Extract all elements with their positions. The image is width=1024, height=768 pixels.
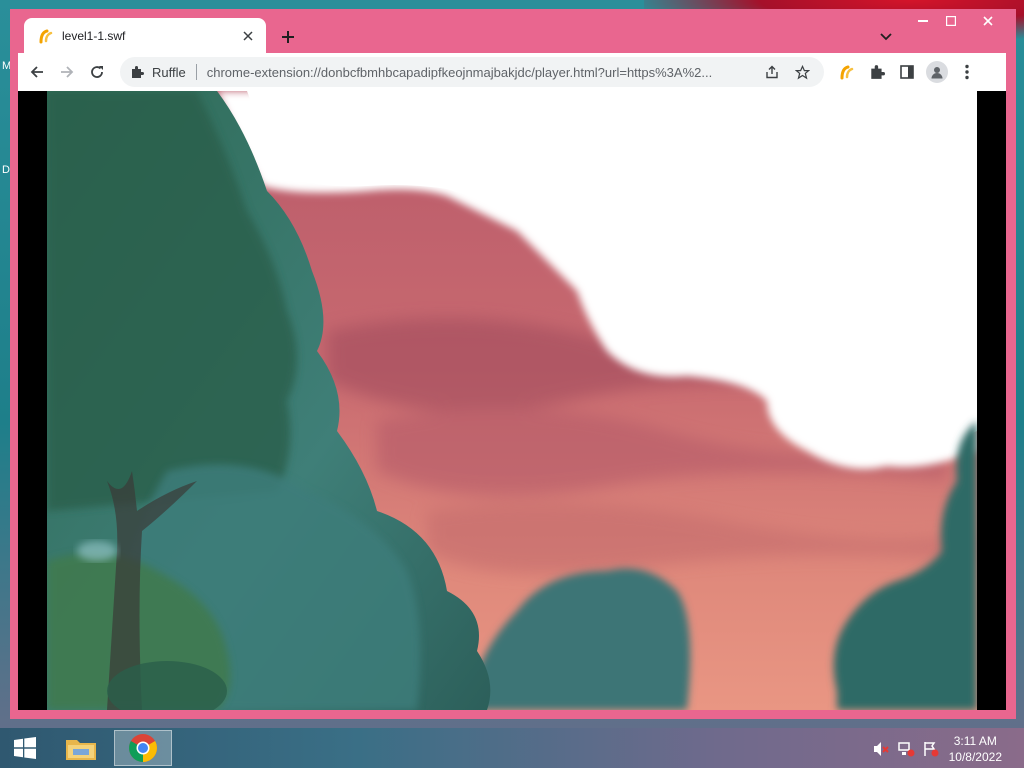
puzzle-icon	[871, 65, 885, 79]
avatar	[926, 61, 948, 83]
extension-name: Ruffle	[152, 64, 186, 80]
flash-game-canvas[interactable]	[47, 91, 977, 710]
taskbar-file-explorer[interactable]	[52, 730, 110, 766]
close-window-button[interactable]	[968, 11, 1008, 31]
system-clock[interactable]: 3:11 AM 10/8/2022	[949, 733, 1002, 765]
file-explorer-icon	[66, 740, 96, 760]
browser-toolbar: Ruffle chrome-extension://donbcfbmhbcapa…	[18, 53, 1006, 91]
side-panel-icon	[900, 65, 914, 79]
tab-title: level1-1.swf	[62, 28, 126, 43]
desktop-icon-label[interactable]: D	[2, 164, 10, 176]
tab-level1[interactable]: level1-1.swf	[24, 18, 266, 53]
tab-strip: level1-1.swf	[10, 9, 1016, 53]
address-bar[interactable]: Ruffle chrome-extension://donbcfbmhbcapa…	[120, 57, 824, 87]
url-text[interactable]: chrome-extension://donbcfbmhbcapadipfkeo…	[207, 65, 754, 80]
forward-button[interactable]	[52, 57, 82, 87]
clock-time: 3:11 AM	[953, 734, 997, 748]
maximize-button[interactable]	[936, 11, 966, 31]
extensions-button[interactable]	[862, 57, 892, 87]
action-center-flag-icon[interactable]	[922, 740, 940, 758]
more-vert-icon	[965, 64, 969, 80]
windows-icon	[14, 737, 36, 759]
chrome-icon	[129, 734, 157, 762]
reload-button[interactable]	[82, 57, 112, 87]
back-button[interactable]	[22, 57, 52, 87]
page-content	[18, 91, 1006, 710]
ruffle-icon	[840, 65, 854, 80]
chrome-window: level1-1.swf Ruffle chrome-extension://d…	[10, 9, 1016, 719]
bookmark-star-icon[interactable]	[790, 60, 814, 84]
ruffle-extension-button[interactable]	[832, 57, 862, 87]
ruffle-icon	[39, 29, 53, 43]
side-panel-button[interactable]	[892, 57, 922, 87]
menu-button[interactable]	[952, 57, 982, 87]
omnibox-divider	[195, 64, 197, 80]
puzzle-icon	[132, 66, 144, 78]
network-icon[interactable]	[897, 740, 915, 758]
clock-date: 10/8/2022	[948, 750, 1002, 764]
share-icon[interactable]	[760, 60, 784, 84]
close-tab-icon[interactable]	[240, 28, 256, 44]
extension-chip: Ruffle	[130, 65, 186, 80]
minimize-button[interactable]	[908, 11, 938, 31]
tab-search-chevron-icon[interactable]	[876, 27, 896, 47]
start-button[interactable]	[0, 728, 50, 768]
new-tab-button[interactable]	[276, 25, 300, 49]
taskbar-chrome[interactable]	[114, 730, 172, 766]
volume-muted-icon[interactable]	[872, 740, 890, 758]
taskbar: 3:11 AM 10/8/2022	[0, 728, 1024, 768]
profile-button[interactable]	[922, 57, 952, 87]
